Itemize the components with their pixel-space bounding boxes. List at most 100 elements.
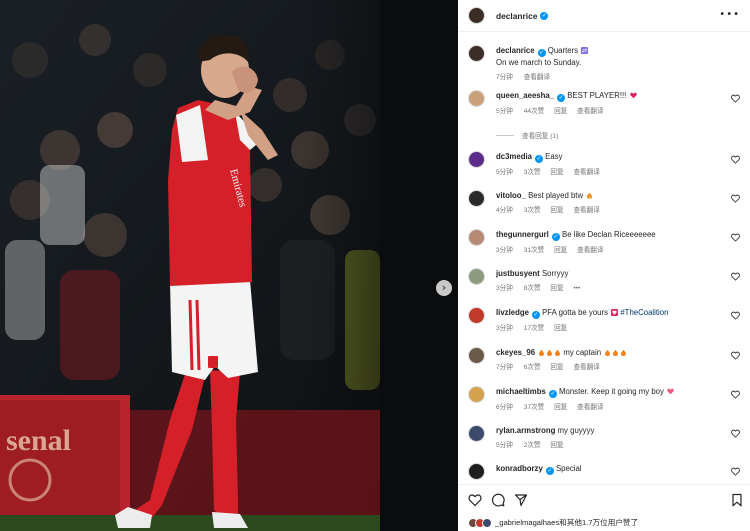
reply-link[interactable]: 回复 <box>554 404 567 411</box>
post-action-bar: _gabrielmagalhaes和其他1.7万位用户赞了 <box>458 484 750 531</box>
heart-icon[interactable] <box>731 233 740 242</box>
comment-text: BEST PLAYER!!! <box>567 91 627 100</box>
reply-link[interactable]: 回复 <box>550 207 563 214</box>
commenter-avatar[interactable] <box>468 190 485 207</box>
comment-likes[interactable]: 3次赞 <box>524 169 541 176</box>
reply-link[interactable]: 回复 <box>550 364 563 371</box>
share-icon[interactable] <box>514 493 528 507</box>
comment-time: 5分钟 <box>496 108 513 115</box>
comment-text: my guyyyy <box>557 426 595 435</box>
heart-icon[interactable] <box>731 467 740 476</box>
comment-time: 3分钟 <box>496 247 513 254</box>
fire-icon <box>605 349 611 356</box>
comment-time: 7分钟 <box>496 364 513 371</box>
author-username[interactable]: declanrice <box>496 11 537 21</box>
reply-link[interactable]: 回复 <box>554 108 567 115</box>
translate-link[interactable]: 查看翻译 <box>577 247 603 254</box>
translate-link[interactable]: 查看翻译 <box>573 169 599 176</box>
translate-link[interactable]: 查看翻译 <box>577 404 603 411</box>
heart-icon[interactable] <box>731 311 740 320</box>
more-icon[interactable]: ••• <box>719 9 740 20</box>
commenter-avatar[interactable] <box>468 151 485 168</box>
fire-icon <box>613 349 619 356</box>
fire-icon <box>555 349 561 356</box>
comment-username[interactable]: queen_aeesha_ <box>496 91 554 100</box>
comment-text: Be like Declan Riceeeeeee <box>562 230 656 239</box>
commenter-avatar[interactable] <box>468 347 485 364</box>
heart-icon[interactable] <box>731 351 740 360</box>
heart-icon[interactable] <box>731 272 740 281</box>
comment-more-icon[interactable]: ••• <box>573 285 580 292</box>
comment-likes[interactable]: 6次赞 <box>524 364 541 371</box>
liker-avatar <box>482 517 492 528</box>
comment-likes[interactable]: 44次赞 <box>524 108 545 115</box>
comment-likes[interactable]: 3次赞 <box>524 207 541 214</box>
caption-text: On we march to Sunday. <box>496 58 582 67</box>
heart-icon[interactable] <box>731 390 740 399</box>
comment-username[interactable]: ckeyes_96 <box>496 348 535 357</box>
comment-time: 6分钟 <box>496 404 513 411</box>
comment-icon[interactable] <box>491 493 505 507</box>
view-replies-label[interactable]: 查看回复 (1) <box>522 130 558 140</box>
reply-link[interactable]: 回复 <box>550 442 563 449</box>
fire-icon <box>547 349 553 356</box>
author-avatar[interactable] <box>468 7 485 24</box>
heart-icon[interactable] <box>468 493 482 507</box>
translate-link[interactable]: 查看翻译 <box>573 364 599 371</box>
commenter-avatar[interactable] <box>468 386 485 403</box>
chevron-right-icon[interactable]: › <box>436 280 452 296</box>
verified-icon: ✓ <box>531 311 540 319</box>
comment-username[interactable]: rylan.armstrong <box>496 426 555 435</box>
red-heart-icon <box>629 92 637 99</box>
comment-time: 5分钟 <box>496 442 513 449</box>
player-celebration-image: senal Emirates <box>0 0 458 531</box>
reply-link[interactable]: 回复 <box>554 247 567 254</box>
caption-username[interactable]: declanrice <box>496 46 535 55</box>
comment-username[interactable]: vitoloo_ <box>496 191 526 200</box>
comment-username[interactable]: konradborzy <box>496 464 543 473</box>
comment-likes[interactable]: 31次赞 <box>524 247 545 254</box>
view-replies-link[interactable]: 查看回复 (1) <box>496 130 558 140</box>
comment-likes[interactable]: 17次赞 <box>524 325 545 332</box>
verified-icon: ✓ <box>540 11 549 20</box>
comment-time: 5分钟 <box>496 169 513 176</box>
fire-icon <box>587 192 593 199</box>
translate-link[interactable]: 查看翻译 <box>524 74 550 81</box>
comment-username[interactable]: justbusyent <box>496 269 540 278</box>
comment-username[interactable]: dc3media <box>496 152 532 161</box>
translate-link[interactable]: 查看翻译 <box>573 207 599 214</box>
heart-icon[interactable] <box>731 429 740 438</box>
comment-username[interactable]: thegunnergurl <box>496 230 549 239</box>
comment-username[interactable]: michaeltimbs <box>496 387 546 396</box>
commenter-avatar[interactable] <box>468 307 485 324</box>
comment-hashtag[interactable]: #TheCoalition <box>620 308 668 317</box>
bookmark-icon[interactable] <box>730 493 744 507</box>
reply-link[interactable]: 回复 <box>550 285 563 292</box>
comment-time: 3分钟 <box>496 325 513 332</box>
heart-emoji-icon <box>611 309 619 316</box>
commenter-avatar[interactable] <box>468 229 485 246</box>
likes-text[interactable]: _gabrielmagalhaes和其他1.7万位用户赞了 <box>495 517 638 528</box>
comment-likes[interactable]: 37次赞 <box>524 404 545 411</box>
post-sidebar: declanrice ✓ ••• declanrice ✓ Quarters On… <box>458 0 750 531</box>
comment-likes[interactable]: 8次赞 <box>524 285 541 292</box>
verified-icon: ✓ <box>545 467 554 475</box>
comment-time: 4分钟 <box>496 207 513 214</box>
translate-link[interactable]: 查看翻译 <box>577 108 603 115</box>
comment-text: PFA gotta be yours <box>542 308 608 317</box>
verified-icon: ✓ <box>551 233 560 241</box>
comment-username[interactable]: livzledge <box>496 308 529 317</box>
heart-icon[interactable] <box>731 155 740 164</box>
heart-icon[interactable] <box>731 194 740 203</box>
post-photo[interactable]: senal Emirates › <box>0 0 458 531</box>
commenter-avatar[interactable] <box>468 425 485 442</box>
commenter-avatar[interactable] <box>468 268 485 285</box>
likes-summary[interactable]: _gabrielmagalhaes和其他1.7万位用户赞了 <box>468 517 638 528</box>
commenter-avatar[interactable] <box>468 90 485 107</box>
author-avatar[interactable] <box>468 45 485 62</box>
reply-link[interactable]: 回复 <box>550 169 563 176</box>
reply-link[interactable]: 回复 <box>554 325 567 332</box>
commenter-avatar[interactable] <box>468 463 485 480</box>
heart-icon[interactable] <box>731 94 740 103</box>
comment-likes[interactable]: 2次赞 <box>524 442 541 449</box>
